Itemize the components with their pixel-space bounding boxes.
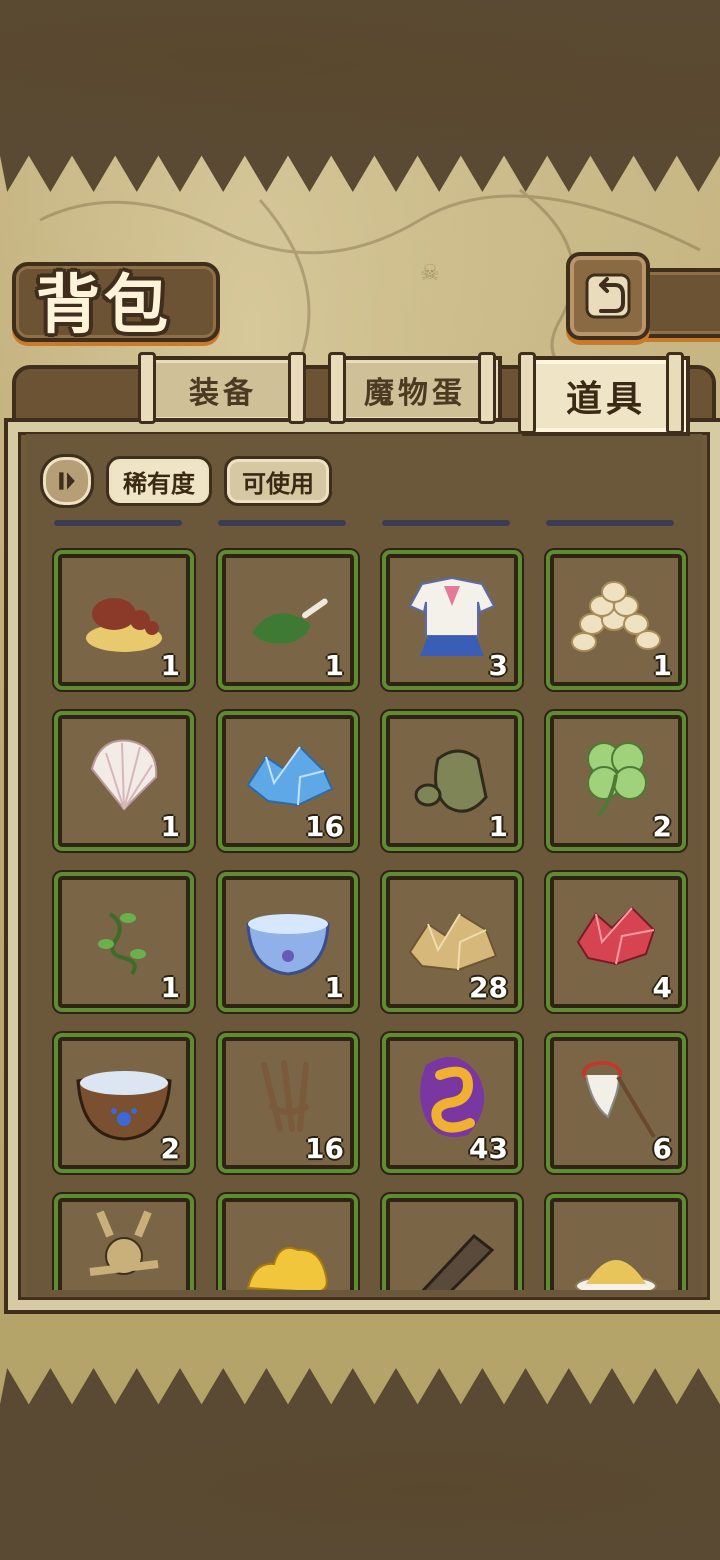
item-count: 1: [160, 971, 180, 1004]
item-slot[interactable]: 1: [382, 711, 522, 851]
mushroom-icon: [86, 598, 162, 652]
top-map-band: [0, 0, 720, 140]
water-bowl-icon: [246, 914, 330, 976]
item-count: 1: [324, 649, 344, 682]
item-slot[interactable]: [382, 1194, 522, 1290]
row-divider: [54, 520, 182, 526]
back-rail: [640, 268, 720, 338]
tab-post: [518, 352, 536, 434]
item-count: 2: [652, 810, 672, 843]
tab-post: [478, 352, 496, 424]
tab-equipment[interactable]: 装备: [140, 356, 306, 424]
item-count: 4: [652, 971, 672, 1004]
item-count: 1: [160, 810, 180, 843]
item-slot[interactable]: 28: [382, 872, 522, 1012]
item-slot[interactable]: [54, 1194, 194, 1290]
tab-post: [288, 352, 306, 424]
item-slot[interactable]: 1: [218, 872, 358, 1012]
item-slot[interactable]: [218, 1194, 358, 1290]
row-divider: [546, 520, 674, 526]
bottom-map-band: [0, 1420, 720, 1560]
sand-dish-icon: [575, 1260, 657, 1290]
paw-bowl-icon: [76, 1071, 172, 1141]
tab-post: [328, 352, 346, 424]
item-slot[interactable]: 3: [382, 550, 522, 690]
gold-ore-icon: [408, 912, 498, 972]
item-slot[interactable]: 16: [218, 1033, 358, 1173]
red-crystal-icon: [576, 906, 656, 966]
svg-text:☠: ☠: [420, 261, 440, 286]
blue-crystal-icon: [246, 745, 334, 807]
usable-filter-button[interactable]: 可使用: [224, 456, 332, 506]
wooden-fork-icon: [261, 1060, 309, 1132]
eggs-pile-icon: [571, 581, 661, 652]
item-slot[interactable]: 1: [54, 711, 194, 851]
item-count: 43: [469, 1132, 508, 1165]
herb-bone-icon: [252, 598, 328, 644]
sailor-uniform-icon: [408, 576, 496, 656]
tab-items-label: 道具: [565, 379, 646, 420]
item-grid[interactable]: 1 1 3 1 1 16 1 2 1 1 28 4 2 16 43 6: [26, 520, 702, 1290]
tab-post: [666, 352, 684, 434]
inventory-panel: 稀有度 可使用 1 1 3 1 1 16 1 2 1 1 28 4 2 16 43 6: [4, 418, 720, 1314]
four-leaf-clover-icon: [587, 742, 647, 817]
item-slot[interactable]: [546, 1194, 686, 1290]
item-slot[interactable]: 1: [54, 550, 194, 690]
tab-monster-egg[interactable]: 魔物蛋: [328, 356, 502, 424]
item-slot[interactable]: 4: [546, 872, 686, 1012]
item-count: 1: [160, 649, 180, 682]
item-count: 16: [305, 1132, 344, 1165]
page-title: 背包: [36, 268, 172, 343]
return-arrow-icon: [585, 273, 631, 319]
item-count: 6: [652, 1132, 672, 1165]
purple-flame-rune-icon: [420, 1057, 485, 1137]
item-count: 3: [488, 649, 508, 682]
item-slot[interactable]: 6: [546, 1033, 686, 1173]
item-count: 1: [488, 810, 508, 843]
row-divider: [382, 520, 510, 526]
item-slot[interactable]: 1: [218, 550, 358, 690]
back-button[interactable]: [566, 252, 650, 340]
sort-toggle-icon: [59, 472, 75, 490]
item-count: 1: [324, 971, 344, 1004]
tab-equipment-label: 装备: [189, 376, 257, 411]
item-slot[interactable]: 43: [382, 1033, 522, 1173]
item-slot[interactable]: 2: [54, 1033, 194, 1173]
inventory-inner: 稀有度 可使用 1 1 3 1 1 16 1 2 1 1 28 4 2 16 43 6: [26, 434, 702, 1296]
seashell-icon: [90, 739, 158, 811]
yellow-slime-icon: [246, 1246, 328, 1290]
stone-icon: [414, 749, 488, 813]
wood-plank-icon: [421, 1233, 495, 1290]
item-slot[interactable]: 1: [546, 550, 686, 690]
tab-monster-egg-label: 魔物蛋: [364, 376, 466, 411]
sort-toggle-button[interactable]: [40, 454, 94, 508]
item-count: 16: [305, 810, 344, 843]
bug-net-icon: [582, 1061, 656, 1139]
item-count: 1: [652, 649, 672, 682]
tab-post: [138, 352, 156, 424]
voodoo-doll-icon: [89, 1210, 159, 1276]
item-slot[interactable]: 16: [218, 711, 358, 851]
item-count: 28: [469, 971, 508, 1004]
item-slot[interactable]: 1: [54, 872, 194, 1012]
rarity-filter-button[interactable]: 稀有度: [106, 456, 212, 506]
vine-sprout-icon: [98, 912, 146, 976]
item-slot[interactable]: 2: [546, 711, 686, 851]
tab-items[interactable]: 道具: [522, 356, 690, 436]
row-divider: [218, 520, 346, 526]
item-count: 2: [160, 1132, 180, 1165]
